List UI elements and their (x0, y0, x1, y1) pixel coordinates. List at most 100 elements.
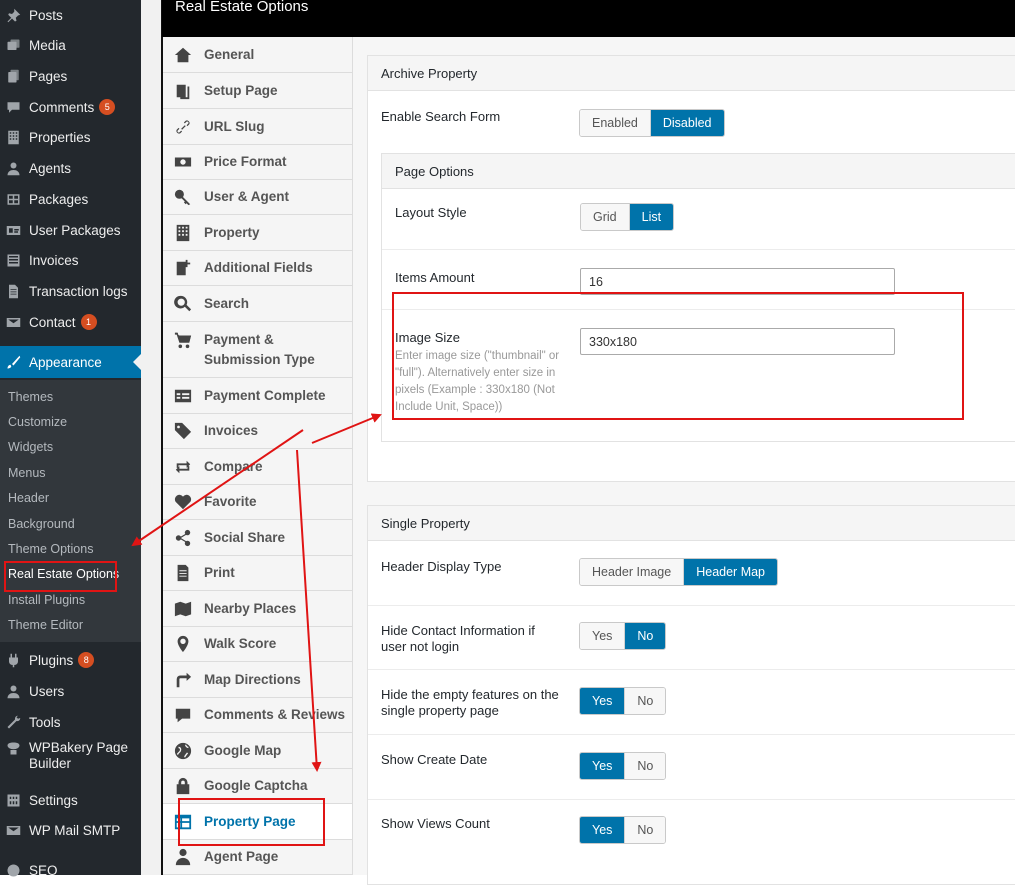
yes-button[interactable]: Yes (580, 753, 626, 779)
options-tab-print[interactable]: Print (163, 556, 352, 591)
show-create-date-row: Show Create Date Yes No (368, 735, 1015, 800)
options-tab-search[interactable]: Search (163, 286, 352, 322)
sidebar-item-comments[interactable]: Comments 5 (0, 92, 141, 122)
submenu-theme-options[interactable]: Theme Options (8, 539, 93, 559)
user-icon (5, 160, 22, 177)
link-icon (173, 117, 193, 137)
options-tab-general[interactable]: General (163, 37, 352, 73)
options-tab-payment-submission[interactable]: Payment & Submission Type (163, 322, 352, 378)
submenu-themes[interactable]: Themes (8, 387, 53, 407)
sidebar-item-users[interactable]: Users (0, 676, 141, 706)
options-tab-url-slug[interactable]: URL Slug (163, 109, 352, 145)
wrench-icon (5, 714, 22, 731)
sidebar-item-agents[interactable]: Agents (0, 153, 141, 183)
key-icon (173, 187, 193, 207)
hide-contact-toggle: Yes No (579, 622, 667, 650)
annotation-box-real-estate-options (4, 561, 117, 592)
submenu-header[interactable]: Header (8, 488, 49, 508)
enable-search-row: Enable Search Form Enabled Disabled (368, 92, 1015, 153)
show-create-date-label: Show Create Date (381, 752, 488, 767)
options-tab-comments-reviews[interactable]: Comments & Reviews (163, 698, 352, 733)
sidebar-item-label: Invoices (29, 252, 79, 268)
sidebar-item-media[interactable]: Media (0, 30, 141, 60)
options-tab-google-map[interactable]: Google Map (163, 733, 352, 769)
directions-icon (173, 670, 193, 690)
sidebar-item-wp-mail-smtp[interactable]: WP Mail SMTP (0, 815, 141, 845)
items-amount-input[interactable] (580, 268, 895, 295)
sidebar-item-properties[interactable]: Properties (0, 122, 141, 152)
enabled-button[interactable]: Enabled (580, 110, 651, 136)
header-display-type-row: Header Display Type Header Image Header … (368, 542, 1015, 606)
sidebar-item-settings[interactable]: Settings (0, 785, 141, 815)
subsection-title: Page Options (382, 154, 1015, 189)
submenu-install-plugins[interactable]: Install Plugins (8, 590, 85, 610)
sidebar-item-pages[interactable]: Pages (0, 61, 141, 91)
disabled-button[interactable]: Disabled (650, 110, 724, 136)
show-views-count-row: Show Views Count Yes No (368, 800, 1015, 864)
comments-icon (5, 99, 22, 116)
list-button[interactable]: List (629, 204, 674, 230)
sidebar-item-user-packages[interactable]: User Packages (0, 215, 141, 245)
contact-count-badge: 1 (80, 314, 97, 330)
options-tab-invoices[interactable]: Invoices (163, 414, 352, 449)
id-card-icon (5, 222, 22, 239)
comment-icon (173, 705, 193, 725)
options-menu: General Setup Page URL Slug Price Format… (163, 37, 353, 875)
options-tab-additional-fields[interactable]: Additional Fields (163, 251, 352, 286)
yes-button[interactable]: Yes (580, 623, 626, 649)
sidebar-item-wpbakery[interactable]: WPBakery Page Builder (0, 738, 141, 778)
section-title: Archive Property (368, 56, 1015, 91)
options-tab-walk-score[interactable]: Walk Score (163, 627, 352, 662)
sidebar-item-label: Appearance (29, 354, 102, 370)
options-tab-payment-complete[interactable]: Payment Complete (163, 378, 352, 414)
options-tab-nearby-places[interactable]: Nearby Places (163, 591, 352, 627)
sidebar-item-label: Settings (29, 792, 78, 808)
map-icon (173, 599, 193, 619)
lock-icon (173, 776, 193, 796)
submenu-menus[interactable]: Menus (8, 463, 46, 483)
sidebar-item-plugins[interactable]: Plugins 8 (0, 645, 141, 675)
home-icon (173, 45, 193, 65)
building-icon (173, 223, 193, 243)
options-tab-setup-page[interactable]: Setup Page (163, 73, 352, 109)
panel-gutter (141, 0, 161, 875)
sidebar-item-appearance[interactable]: Appearance (0, 346, 141, 378)
options-tab-map-directions[interactable]: Map Directions (163, 662, 352, 698)
header-image-button[interactable]: Header Image (580, 559, 685, 585)
submenu-background[interactable]: Background (8, 514, 75, 534)
seo-icon (5, 862, 22, 879)
sidebar-item-posts[interactable]: Posts (0, 0, 141, 30)
options-tab-property[interactable]: Property (163, 215, 352, 251)
submenu-theme-editor[interactable]: Theme Editor (8, 615, 83, 635)
sidebar-item-transaction-logs[interactable]: Transaction logs (0, 276, 141, 306)
no-button[interactable]: No (625, 688, 666, 714)
grid-button[interactable]: Grid (581, 204, 630, 230)
sidebar-item-label: Pages (29, 68, 68, 84)
settings-icon (5, 792, 22, 809)
hide-empty-features-toggle: Yes No (579, 687, 667, 715)
sidebar-item-seo[interactable]: SEO (0, 855, 141, 885)
options-tab-favorite[interactable]: Favorite (163, 485, 352, 520)
enable-search-toggle: Enabled Disabled (579, 109, 725, 137)
hide-empty-features-label: Hide the empty features on the single pr… (381, 687, 559, 718)
sidebar-item-label: WPBakery Page Builder (29, 740, 129, 771)
header-map-button[interactable]: Header Map (684, 559, 778, 585)
no-button[interactable]: No (625, 817, 666, 843)
options-tab-social-share[interactable]: Social Share (163, 520, 352, 556)
show-create-date-toggle: Yes No (579, 752, 667, 780)
no-button[interactable]: No (625, 623, 666, 649)
sidebar-item-contact[interactable]: Contact 1 (0, 307, 141, 337)
options-tab-price-format[interactable]: Price Format (163, 145, 352, 180)
options-tab-user-agent[interactable]: User & Agent (163, 180, 352, 215)
submenu-widgets[interactable]: Widgets (8, 437, 53, 457)
submenu-customize[interactable]: Customize (8, 412, 67, 432)
show-views-count-label: Show Views Count (381, 816, 490, 831)
sidebar-item-invoices[interactable]: Invoices (0, 245, 141, 275)
options-tab-compare[interactable]: Compare (163, 449, 352, 485)
yes-button[interactable]: Yes (580, 688, 626, 714)
sidebar-item-tools[interactable]: Tools (0, 707, 141, 737)
sidebar-item-packages[interactable]: Packages (0, 184, 141, 214)
no-button[interactable]: No (625, 753, 666, 779)
yes-button[interactable]: Yes (580, 817, 626, 843)
single-property-section: Single Property Header Display Type Head… (367, 505, 1015, 885)
